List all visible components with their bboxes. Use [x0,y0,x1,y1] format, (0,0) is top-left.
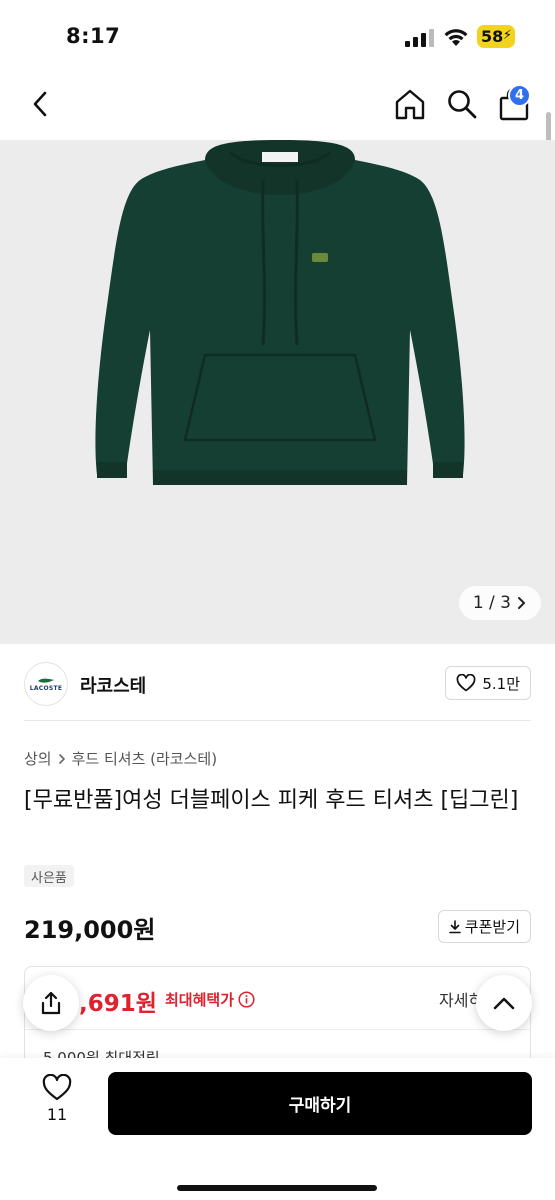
wifi-icon [444,29,468,46]
chevron-up-icon [493,997,515,1010]
image-counter-text: 1 / 3 [472,593,511,613]
product-title: [무료반품]여성 더블페이스 피케 후드 티셔츠 [딥그린] [24,788,519,813]
heart-icon [456,674,476,692]
crocodile-logo-icon [38,678,54,683]
battery-indicator: 58 ⚡ [477,25,515,48]
wishlist-button[interactable]: 11 [30,1074,84,1134]
cart-count-badge: 4 [508,84,531,107]
back-button[interactable] [22,84,58,124]
breadcrumb-category[interactable]: 상의 [24,748,52,769]
back-icon [33,91,47,117]
benefit-divider [25,1029,530,1030]
max-benefit-label-text: 최대혜택가 [165,991,235,1009]
status-bar: 8:17 58 ⚡ [0,0,555,70]
brand-like-button[interactable]: 5.1만 [445,666,531,700]
download-icon [448,919,461,933]
bottom-action-bar: 11 구매하기 [0,1058,555,1200]
brand-like-count: 5.1만 [482,674,520,693]
home-button[interactable] [390,84,430,124]
info-icon[interactable] [238,991,255,1008]
scroll-to-top-button[interactable] [476,975,532,1031]
coupon-button[interactable]: 쿠폰받기 [437,910,531,943]
brand-logo-text: LACOSTE [29,684,63,692]
charging-bolt-icon: ⚡ [502,28,512,43]
cellular-signal-icon [405,29,434,47]
brand-row[interactable]: LACOSTE 라코스테 5.1만 [0,660,555,718]
heart-icon [42,1074,72,1101]
status-time: 8:17 [66,24,121,48]
chevron-right-icon [58,753,65,764]
brand-logo[interactable]: LACOSTE [24,662,68,706]
hoodie-product-image [95,140,465,485]
share-button[interactable] [23,975,79,1031]
home-icon [395,89,425,120]
product-price: 219,000원 [24,916,156,944]
breadcrumb-subcategory[interactable]: 후드 티셔츠 (라코스테) [72,748,217,769]
home-indicator [177,1185,377,1191]
section-divider [24,720,531,721]
brand-name[interactable]: 라코스테 [80,672,146,698]
top-nav-bar [0,70,555,140]
search-icon [448,90,477,119]
max-benefit-label: 최대혜택가 [165,989,255,1010]
chevron-right-icon [518,597,525,609]
share-icon [41,991,61,1015]
buy-button[interactable]: 구매하기 [108,1072,532,1135]
breadcrumb: 상의 후드 티셔츠 (라코스테) [24,748,217,769]
coupon-label: 쿠폰받기 [464,918,520,936]
gift-tag: 사은품 [24,865,74,887]
wishlist-count: 11 [46,1105,68,1124]
battery-level: 58 [481,27,504,46]
product-image-carousel[interactable]: 1 / 3 [0,140,555,644]
image-counter[interactable]: 1 / 3 [458,586,541,620]
search-button[interactable] [442,84,482,124]
